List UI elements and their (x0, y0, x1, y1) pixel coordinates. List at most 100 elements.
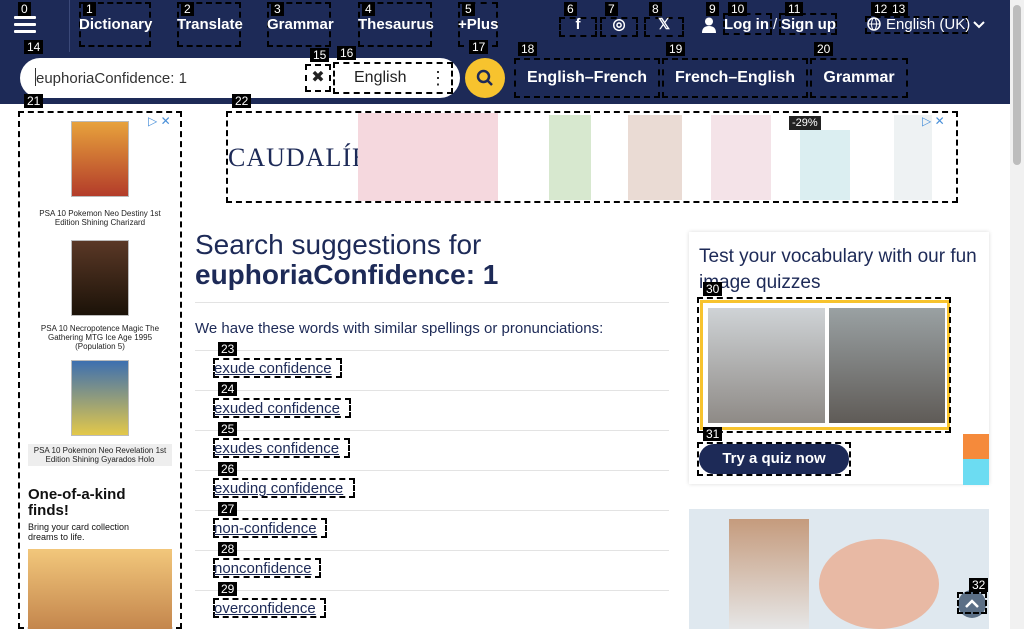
card-image (71, 360, 129, 436)
chevron-down-icon[interactable] (973, 20, 985, 30)
suggestions-intro: We have these words with similar spellin… (195, 320, 604, 337)
ad-card: PSA 10 Pokemon Neo Revelation 1st Editio… (28, 360, 172, 466)
marker-suggestion: 24 (218, 382, 238, 396)
site-language-selector[interactable]: English (UK) (886, 16, 970, 33)
suggestion-link[interactable]: exuded confidence (214, 400, 340, 417)
side-widget[interactable] (963, 434, 989, 460)
search-language-select[interactable]: English ⋮ (333, 62, 453, 94)
product-image (800, 130, 850, 200)
page-scrollbar[interactable] (1010, 0, 1024, 629)
quiz-title: Test your vocabulary with our fun image … (699, 246, 977, 293)
marker-globe: 12 (871, 2, 891, 16)
brand-logo: CAUDALÍE (228, 143, 369, 172)
divider (195, 390, 669, 391)
marker-signup: 11 (785, 2, 804, 16)
product-image (711, 115, 771, 200)
divider (195, 430, 669, 431)
divider (195, 590, 669, 591)
marker-quiz-image: 30 (703, 282, 723, 296)
search-submit-button[interactable] (465, 58, 505, 98)
tab-english-french[interactable]: English–French (514, 58, 660, 98)
clear-search-icon[interactable]: ✖ (305, 64, 331, 92)
marker-search-input: 14 (24, 40, 44, 54)
marker-suggestion: 25 (218, 422, 238, 436)
scrollbar-thumb[interactable] (1013, 5, 1021, 165)
divider (195, 510, 669, 511)
marker-user: 9 (706, 2, 719, 16)
ad-person-image (729, 519, 809, 629)
quiz-image-box (697, 297, 951, 433)
marker-left-ad: 21 (24, 94, 44, 108)
marker-suggestion: 27 (218, 502, 238, 516)
title-term: euphoriaConfidence: 1 (195, 259, 499, 290)
marker-english-french: 18 (518, 42, 538, 56)
x-twitter-icon[interactable]: 𝕏 (644, 15, 684, 33)
marker-dictionary: 1 (83, 2, 96, 16)
marker-language: 13 (889, 2, 909, 16)
ad-card: PSA 10 Necropotence Magic The Gathering … (28, 240, 172, 351)
marker-instagram: 7 (605, 2, 618, 16)
marker-thesaurus: 4 (362, 2, 375, 16)
marker-suggestion: 28 (218, 542, 238, 556)
suggestion-link[interactable]: exuding confidence (214, 480, 343, 497)
suggestion-link[interactable]: nonconfidence (214, 560, 312, 577)
promo-heading: One-of-a-kind finds! (28, 486, 126, 519)
ad-card-caption: PSA 10 Pokemon Neo Destiny 1st Edition S… (39, 209, 161, 227)
facebook-icon[interactable]: f (559, 16, 597, 33)
marker-search-language: 16 (337, 46, 357, 60)
login-link[interactable]: Log in (724, 16, 769, 33)
suggestion-link[interactable]: exudes confidence (214, 440, 339, 457)
marker-tab-grammar: 20 (814, 42, 834, 56)
text-cursor (35, 68, 36, 86)
nav-divider (69, 0, 70, 52)
marker-quiz-button: 31 (703, 427, 723, 441)
card-image (71, 240, 129, 316)
search-icon (476, 69, 493, 86)
ad-card: PSA 10 Pokemon Neo Destiny 1st Edition S… (28, 121, 172, 227)
product-image (628, 115, 682, 200)
ad-card-caption: PSA 10 Necropotence Magic The Gathering … (40, 324, 160, 351)
marker-suggestion: 29 (218, 582, 238, 596)
instagram-icon[interactable]: ◎ (600, 15, 638, 33)
divider (195, 550, 669, 551)
ad-card-caption: PSA 10 Pokemon Neo Revelation 1st Editio… (28, 444, 172, 466)
ad-choices-icon[interactable]: ▷ ✕ (922, 114, 945, 128)
marker-facebook: 6 (564, 2, 577, 16)
marker-menu: 0 (18, 2, 31, 16)
marker-search-submit: 17 (469, 40, 489, 54)
promo-image (28, 549, 172, 629)
ad-ear-image (819, 539, 939, 629)
marker-x-twitter: 8 (649, 2, 662, 16)
scroll-top-box (957, 592, 987, 614)
promo-subtext: Bring your card collection dreams to lif… (28, 522, 130, 542)
side-widget[interactable] (963, 459, 989, 485)
globe-icon (867, 17, 881, 31)
search-input[interactable] (36, 69, 296, 87)
signup-link[interactable]: Sign up (781, 16, 836, 33)
divider (195, 470, 669, 471)
divider (195, 350, 669, 351)
suggestion-link[interactable]: exude confidence (214, 360, 332, 377)
divider (195, 302, 669, 303)
search-language-label: English (354, 69, 407, 86)
user-icon (702, 17, 716, 33)
marker-translate: 2 (181, 2, 194, 16)
product-image (549, 115, 591, 200)
tab-grammar[interactable]: Grammar (810, 58, 908, 98)
login-separator: / (773, 16, 778, 33)
marker-suggestion: 26 (218, 462, 238, 476)
tab-french-english[interactable]: French–English (662, 58, 808, 98)
marker-grammar: 3 (271, 2, 284, 16)
marker-clear: 15 (310, 48, 330, 62)
marker-suggestion: 23 (218, 342, 238, 356)
suggestion-link[interactable]: overconfidence (214, 600, 316, 617)
discount-badge: -29% (789, 116, 821, 130)
card-image (71, 121, 129, 197)
right-advertisement[interactable] (689, 509, 989, 629)
marker-plus: 5 (462, 2, 475, 16)
marker-scroll-top: 32 (969, 578, 989, 592)
more-options-icon: ⋮ (429, 68, 447, 88)
quiz-button-box (697, 442, 851, 476)
suggestion-link[interactable]: non-confidence (214, 520, 317, 537)
marker-login: 10 (728, 2, 748, 16)
